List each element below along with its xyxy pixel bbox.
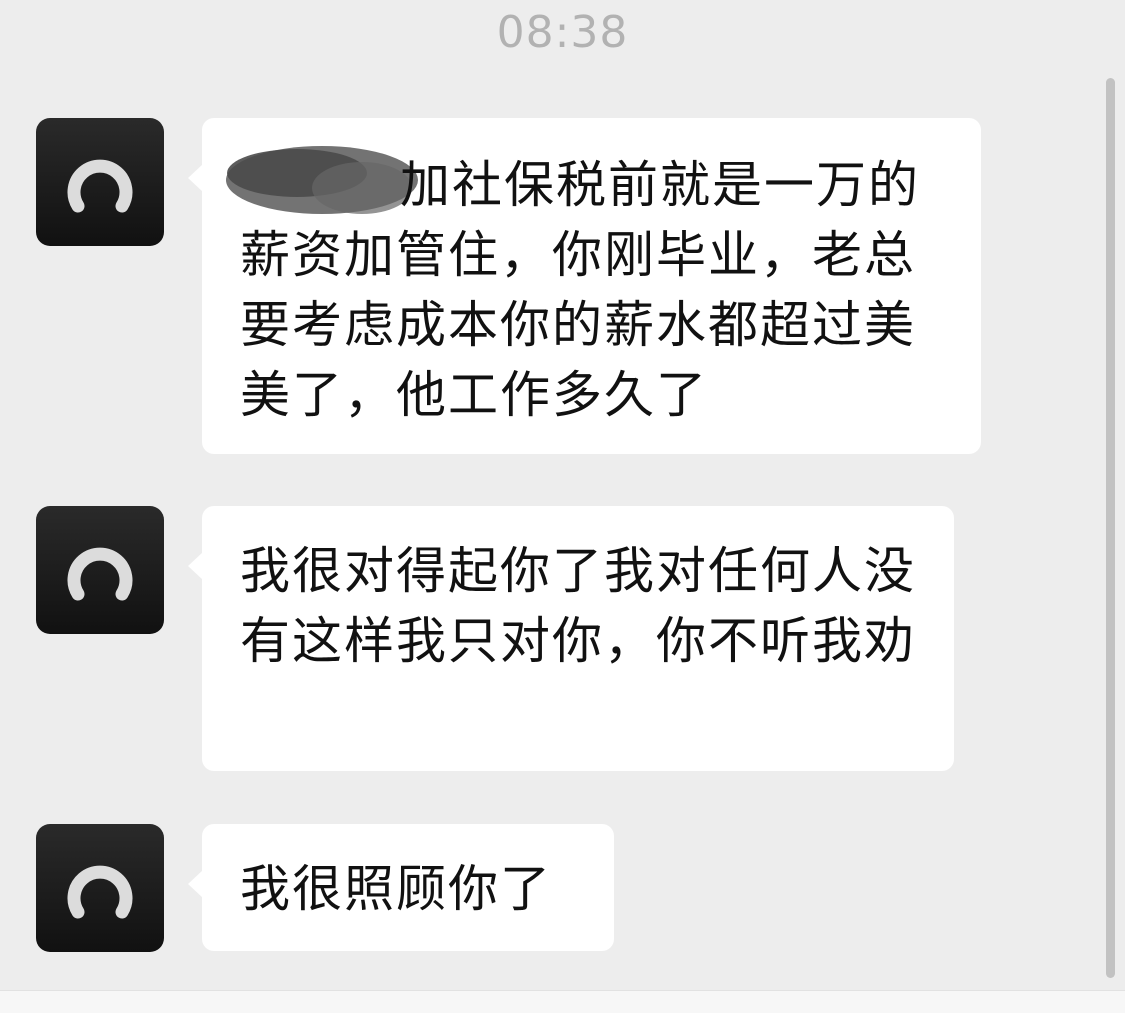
message-text: 加社保税前就是一万的薪资加管住，你刚毕业，老总要考虑成本你的薪水都超过美美了，他… [240,156,920,424]
avatar-ring-icon [67,547,133,601]
avatar-ring-icon [67,159,133,213]
message-text: 我很照顾你了 [240,860,552,918]
message-bubble[interactable]: 我很对得起你了我对任何人没有这样我只对你，你不听我劝 [188,506,954,771]
message-bubble[interactable]: 我很照顾你了 [188,824,614,951]
contact-avatar[interactable] [36,118,164,246]
chat-scrollbar[interactable] [1106,78,1115,978]
contact-avatar[interactable] [36,506,164,634]
message-timestamp: 08:38 [496,7,629,58]
avatar-ring-icon [67,865,133,919]
message-bubble[interactable]: 加社保税前就是一万的薪资加管住，你刚毕业，老总要考虑成本你的薪水都超过美美了，他… [188,118,981,454]
message-text: 我很对得起你了我对任何人没有这样我只对你，你不听我劝 [240,542,916,670]
input-bar-edge [0,990,1125,1013]
contact-avatar[interactable] [36,824,164,952]
